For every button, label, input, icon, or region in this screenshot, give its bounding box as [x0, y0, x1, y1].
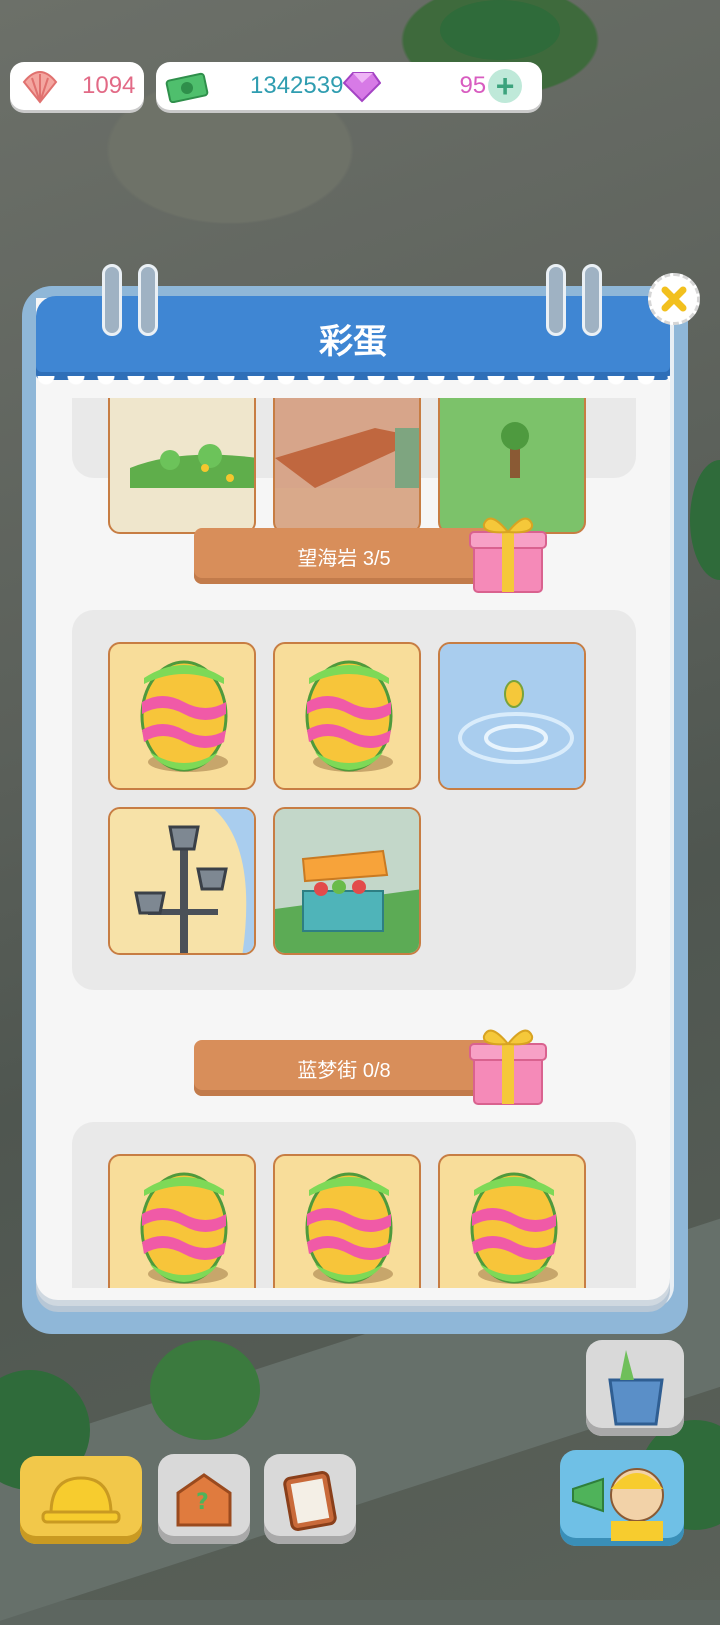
collection-group — [72, 398, 636, 534]
binder-ring — [102, 264, 122, 336]
watering-can-icon — [608, 1350, 664, 1426]
gift-box-icon[interactable] — [460, 1016, 556, 1112]
task-list-button[interactable] — [264, 1454, 356, 1544]
flower-garden-icon — [110, 398, 254, 488]
dialog-title: 彩蛋 — [319, 323, 387, 361]
section-banner: 望海岩 3/5 — [194, 528, 494, 584]
collection-group — [72, 1122, 636, 1288]
collection-tile[interactable] — [273, 807, 421, 955]
collection-tile[interactable] — [438, 642, 586, 790]
section-title: 蓝梦街 0/8 — [297, 1059, 391, 1082]
shell-counter: 1094 — [10, 62, 144, 110]
toolbox-icon: ? — [176, 1473, 232, 1527]
close-button[interactable] — [648, 273, 700, 325]
gem-count: 95 — [459, 72, 487, 99]
section-banner: 蓝梦街 0/8 — [194, 1040, 494, 1096]
binder-ring — [138, 264, 158, 336]
announcer-icon — [572, 1468, 664, 1541]
build-button[interactable] — [20, 1456, 142, 1544]
street-lamp-icon — [110, 809, 254, 953]
easter-egg-icon — [470, 1172, 558, 1284]
egg-tile[interactable] — [273, 1154, 421, 1288]
clipboard-icon — [283, 1471, 337, 1531]
easter-egg-icon — [140, 660, 228, 772]
toolbox-button[interactable]: ? — [158, 1454, 250, 1544]
egg-tile[interactable] — [438, 1154, 586, 1288]
palm-tree — [150, 1340, 260, 1440]
close-icon — [661, 286, 687, 312]
binder-ring — [546, 264, 566, 336]
bush — [440, 0, 560, 60]
binder-ring — [582, 264, 602, 336]
watering-can-button[interactable] — [586, 1340, 684, 1436]
cash-count: 1342539 — [250, 72, 344, 99]
easter-egg-icon — [140, 1172, 228, 1284]
egg-tile[interactable] — [108, 642, 256, 790]
banknote-icon — [165, 72, 209, 103]
gift-box-icon[interactable] — [460, 504, 556, 600]
dialog-header: 彩蛋 — [36, 296, 670, 390]
gem-icon — [343, 72, 382, 103]
cash-gem-counter: 1342539 95 + — [156, 62, 542, 110]
shell-count: 1094 — [82, 72, 136, 99]
fruit-stall-icon — [275, 809, 419, 953]
collection-tile[interactable] — [108, 398, 256, 534]
egg-tile[interactable] — [273, 642, 421, 790]
egg-tile[interactable] — [108, 1154, 256, 1288]
egg-list-scroll[interactable]: 望海岩 3/5 蓝梦街 0/8 — [36, 398, 670, 1288]
bush — [690, 460, 720, 580]
easter-egg-icon — [305, 660, 393, 772]
section-title: 望海岩 3/5 — [297, 547, 391, 570]
collection-tile[interactable] — [273, 398, 421, 534]
announcer-button[interactable] — [560, 1450, 684, 1546]
easter-egg-icon — [305, 1172, 393, 1284]
svg-text:?: ? — [196, 1490, 209, 1515]
seashell-icon — [22, 71, 58, 104]
plus-icon[interactable]: + — [488, 69, 523, 103]
fish-splash-icon — [440, 644, 584, 788]
hardhat-icon — [41, 1476, 121, 1524]
collection-group — [72, 610, 636, 990]
collection-tile[interactable] — [108, 807, 256, 955]
snow-edge — [36, 376, 670, 390]
stone-steps-icon — [275, 398, 419, 488]
